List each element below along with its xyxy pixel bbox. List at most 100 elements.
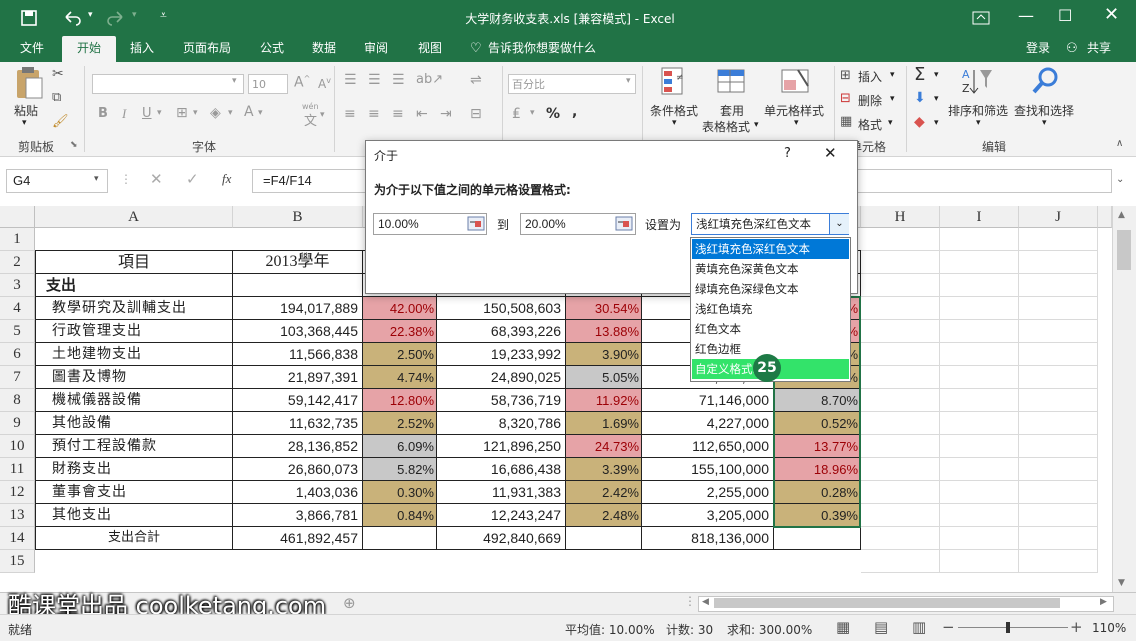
empty-grid-cell[interactable] [940,550,1019,573]
empty-grid-cell[interactable] [861,297,940,320]
row-header-6[interactable]: 6 [0,343,35,366]
empty-grid-cell[interactable] [861,458,940,481]
empty-grid-cell[interactable] [861,550,940,573]
align-left-icon[interactable]: ≡ [344,106,356,122]
tell-me-input[interactable]: 告诉我你想要做什么 [488,36,608,62]
empty-grid-cell[interactable] [861,389,940,412]
find-select-icon[interactable] [1030,66,1060,98]
vertical-scroll-thumb[interactable] [1117,230,1131,270]
paste-icon[interactable] [12,66,44,100]
increase-font-icon[interactable]: A^ [294,74,310,91]
page-layout-view-icon[interactable]: ▤ [874,618,888,636]
insert-cells-icon[interactable]: ⊞ [840,68,851,83]
tab-split-icon[interactable]: ⋮ [684,594,696,608]
wrap-text-icon[interactable]: ⇌ [470,72,482,88]
empty-grid-cell[interactable] [861,504,940,527]
sort-filter-icon[interactable]: AZ [960,66,994,98]
format-select[interactable]: 浅红填充色深红色文本 [691,213,849,235]
tab-home[interactable]: 开始 [62,36,116,62]
clear-dropdown-icon[interactable]: ▾ [934,118,939,128]
row-header-9[interactable]: 9 [0,412,35,435]
empty-grid-cell[interactable] [940,366,1019,389]
column-header-j[interactable]: J [1019,206,1098,228]
empty-grid-cell[interactable] [1019,458,1098,481]
zoom-level[interactable]: 110% [1092,621,1126,635]
empty-grid-cell[interactable] [861,481,940,504]
row-header-3[interactable]: 3 [0,274,35,297]
bold-icon[interactable]: B [98,106,108,121]
insert-function-icon[interactable]: fx [222,171,231,187]
empty-grid-cell[interactable] [861,251,940,274]
row-header-12[interactable]: 12 [0,481,35,504]
autosum-dropdown-icon[interactable]: ▾ [934,70,939,80]
tab-view[interactable]: 视图 [408,36,452,62]
row-header-4[interactable]: 4 [0,297,35,320]
empty-grid-cell[interactable] [940,458,1019,481]
empty-grid-cell[interactable] [940,343,1019,366]
fill-color-dropdown-icon[interactable]: ▾ [228,108,233,118]
paste-dropdown-icon[interactable]: ▾ [22,118,27,128]
column-header-k[interactable] [1098,206,1112,228]
empty-grid-cell[interactable] [1019,343,1098,366]
tab-data[interactable]: 数据 [302,36,346,62]
fill-dropdown-icon[interactable]: ▾ [934,94,939,104]
expand-formula-bar-icon[interactable]: ⌄ [1116,174,1124,185]
option-yellow-fill-dark-yellow-text[interactable]: 黄填充色深黄色文本 [692,259,849,279]
zoom-in-icon[interactable]: + [1070,618,1083,636]
column-header-h[interactable]: H [861,206,940,228]
tab-review[interactable]: 审阅 [354,36,398,62]
empty-grid-cell[interactable] [1019,527,1098,550]
currency-dropdown-icon[interactable]: ▾ [530,108,535,118]
close-window-icon[interactable]: ✕ [1104,4,1119,25]
scroll-up-icon[interactable]: ▲ [1118,210,1125,220]
insert-cells-label[interactable]: 插入 [858,68,882,85]
clear-icon[interactable]: ◆ [914,114,925,130]
format-as-table-label-2[interactable]: 表格格式 [702,118,750,135]
empty-grid-cell[interactable] [861,343,940,366]
conditional-format-dropdown-icon[interactable]: ▾ [672,118,677,128]
align-middle-icon[interactable]: ☰ [368,72,381,88]
empty-grid-cell[interactable] [861,366,940,389]
collapse-ribbon-icon[interactable]: ∧ [1116,138,1123,149]
fill-icon[interactable]: ⬇ [914,90,926,106]
autosum-icon[interactable]: Σ [914,64,925,85]
tab-formulas[interactable]: 公式 [250,36,294,62]
borders-dropdown-icon[interactable]: ▾ [193,108,198,118]
column-header-a[interactable]: A [35,206,233,228]
empty-grid-cell[interactable] [1019,228,1098,251]
share-button[interactable]: 共享 [1082,36,1116,62]
row-header-2[interactable]: 2 [0,251,35,274]
row-header-10[interactable]: 10 [0,435,35,458]
option-green-fill-dark-green-text[interactable]: 绿填充色深绿色文本 [692,279,849,299]
column-header-b[interactable]: B [233,206,363,228]
row-header-7[interactable]: 7 [0,366,35,389]
empty-grid-cell[interactable] [861,527,940,550]
empty-grid-cell[interactable] [940,274,1019,297]
insert-cells-dropdown-icon[interactable]: ▾ [890,70,895,80]
empty-grid-cell[interactable] [1019,320,1098,343]
conditional-format-icon[interactable]: ≠ [660,66,690,100]
cell-styles-label[interactable]: 单元格样式 [764,102,824,119]
empty-grid-cell[interactable] [1019,435,1098,458]
empty-grid-cell[interactable] [1019,412,1098,435]
maximize-icon[interactable]: ☐ [1058,6,1072,25]
empty-grid-cell[interactable] [940,481,1019,504]
find-select-dropdown-icon[interactable]: ▾ [1042,118,1047,128]
empty-grid-cell[interactable] [940,435,1019,458]
comma-style-icon[interactable]: , [572,104,577,120]
empty-grid-cell[interactable] [940,320,1019,343]
login-link[interactable]: 登录 [1020,36,1056,62]
row-header-15[interactable]: 15 [0,550,35,573]
row-header-13[interactable]: 13 [0,504,35,527]
copy-icon[interactable]: ⧉ [52,90,61,105]
redo-dropdown-icon[interactable]: ▾ [132,10,137,20]
cancel-entry-icon[interactable]: ✕ [150,170,163,188]
clipboard-launcher-icon[interactable]: ⬊ [70,140,78,150]
empty-grid-cell[interactable] [940,527,1019,550]
page-break-view-icon[interactable]: ▥ [912,618,926,636]
increase-indent-icon[interactable]: ⇥ [440,106,452,122]
column-header-i[interactable]: I [940,206,1019,228]
empty-grid-cell[interactable] [1019,251,1098,274]
italic-icon[interactable]: I [122,106,126,122]
orientation-icon[interactable]: ab↗ [416,72,443,87]
